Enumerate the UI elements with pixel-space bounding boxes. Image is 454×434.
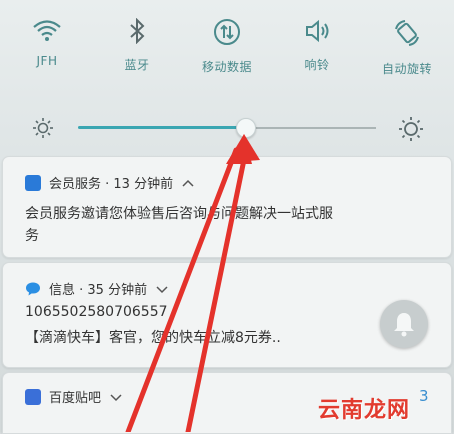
annotation-arrow [125, 147, 249, 432]
watermark: 云南龙网 [318, 398, 411, 423]
annotation-arrows [125, 134, 260, 432]
